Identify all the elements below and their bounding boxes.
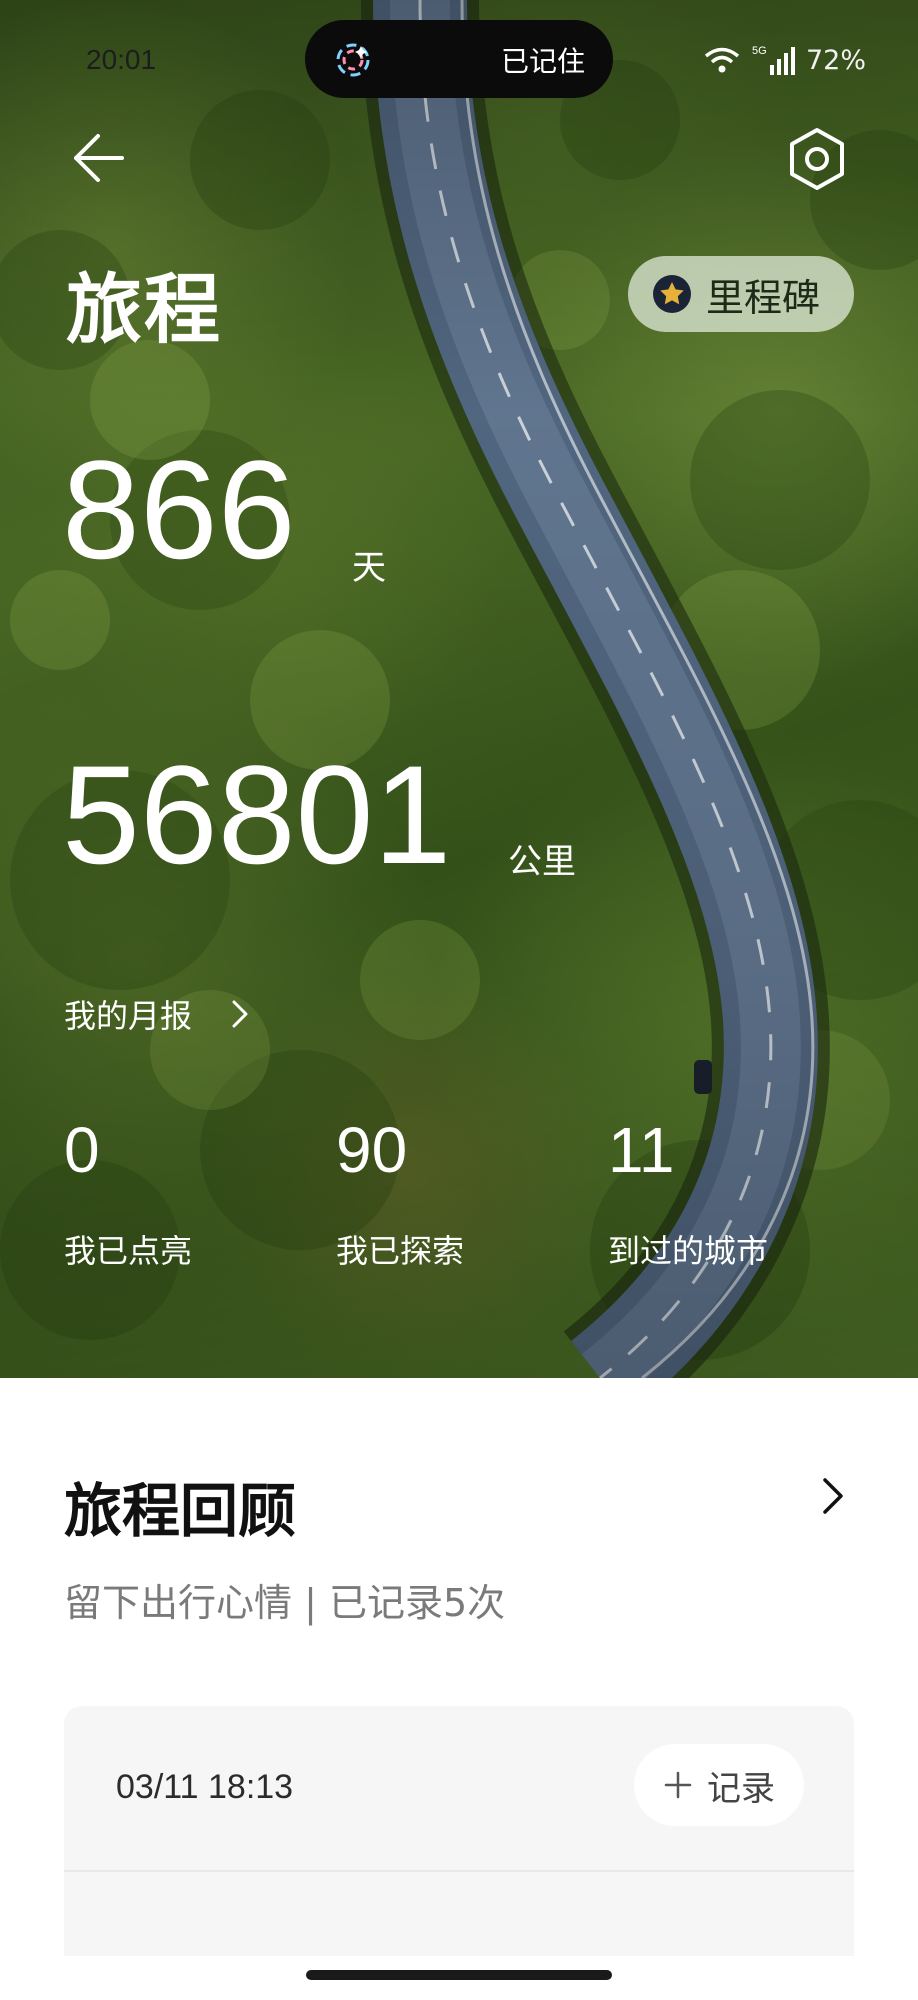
stat-explored-label: 我已探索 bbox=[336, 1232, 465, 1270]
status-time: 20:01 bbox=[86, 44, 157, 75]
record-card: 03/11 18:13 记录 bbox=[64, 1706, 854, 1956]
pill-text: 已记住 bbox=[500, 45, 585, 78]
add-record-label: 记录 bbox=[707, 1768, 775, 1809]
distance-value: 56801 bbox=[62, 736, 452, 893]
review-title: 旅程回顾 bbox=[64, 1477, 297, 1545]
stat-lit[interactable]: 0 我已点亮 bbox=[64, 1118, 192, 1272]
cellular-signal-icon: 5G bbox=[752, 45, 795, 75]
monthly-report-label: 我的月报 bbox=[64, 997, 193, 1035]
status-pill[interactable]: 已记住 bbox=[305, 20, 613, 98]
battery-level: 72% bbox=[805, 44, 866, 76]
record-timestamp: 03/11 18:13 bbox=[116, 1768, 294, 1806]
back-arrow-icon[interactable] bbox=[66, 128, 126, 188]
home-indicator[interactable] bbox=[306, 1970, 612, 1980]
milestone-label: 里程碑 bbox=[706, 275, 821, 320]
plus-icon bbox=[664, 1771, 692, 1799]
star-badge-icon bbox=[653, 275, 691, 313]
settings-hexagon-icon[interactable] bbox=[782, 124, 852, 194]
review-subtitle: 留下出行心情 | 已记录5次 bbox=[64, 1581, 506, 1625]
review-chevron-right-icon[interactable] bbox=[818, 1474, 848, 1518]
chevron-right-icon bbox=[232, 1000, 248, 1028]
stat-cities-value: 11 bbox=[608, 1114, 675, 1186]
stat-cities-label: 到过的城市 bbox=[608, 1232, 769, 1270]
stat-lit-label: 我已点亮 bbox=[64, 1232, 193, 1270]
stat-explored-value: 90 bbox=[336, 1114, 408, 1186]
days-value: 866 bbox=[62, 431, 296, 588]
distance-unit: 公里 bbox=[508, 842, 576, 882]
add-record-button[interactable]: 记录 bbox=[634, 1744, 804, 1826]
journey-page: 20:01 已记住 5G 72% 旅程 里程碑 866 天 56801 公里 我… bbox=[0, 0, 918, 2000]
wifi-icon bbox=[704, 47, 740, 73]
days-unit: 天 bbox=[352, 548, 386, 588]
monthly-report-link[interactable]: 我的月报 bbox=[64, 992, 252, 1036]
milestone-button[interactable]: 里程碑 bbox=[628, 256, 854, 332]
network-type: 5G bbox=[752, 45, 767, 57]
stat-explored[interactable]: 90 我已探索 bbox=[336, 1118, 464, 1272]
assistant-swirl-icon bbox=[336, 43, 370, 77]
stat-cities[interactable]: 11 到过的城市 bbox=[608, 1118, 768, 1272]
stat-lit-value: 0 bbox=[64, 1114, 100, 1186]
status-icons: 5G 72% bbox=[702, 40, 866, 80]
record-divider bbox=[64, 1870, 854, 1872]
page-title: 旅程 bbox=[66, 265, 222, 354]
